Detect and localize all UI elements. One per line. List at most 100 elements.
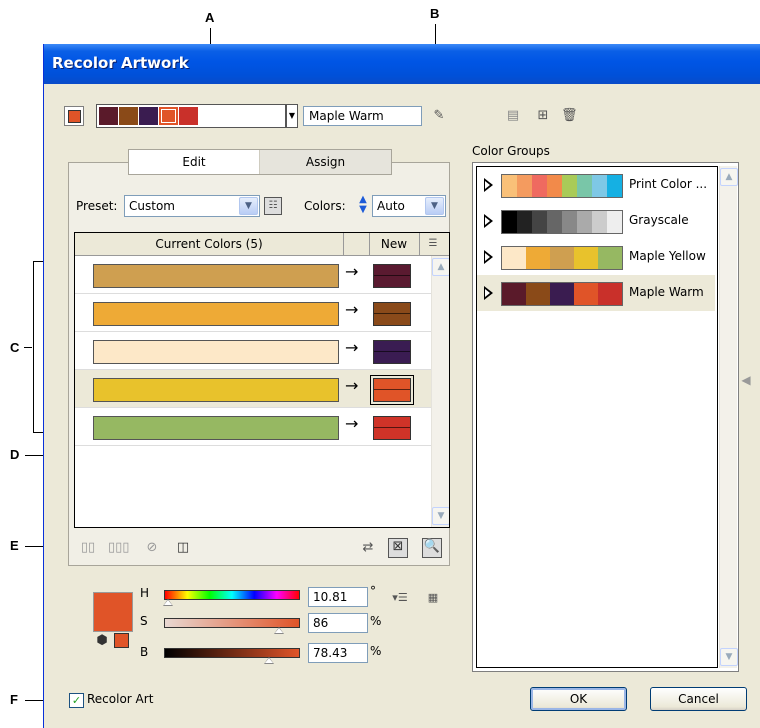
color-group-swatches[interactable] xyxy=(501,210,623,234)
new-row-icon[interactable]: ◫ xyxy=(172,540,194,556)
expand-triangle-icon[interactable] xyxy=(484,286,493,300)
color-group-swatch xyxy=(562,211,577,233)
colors-stepper-icon[interactable]: ▲ ▼ xyxy=(356,195,370,215)
colors-select[interactable]: Auto ▼ xyxy=(372,195,446,217)
color-row[interactable]: → xyxy=(75,370,447,408)
b-slider[interactable] xyxy=(164,648,300,658)
arrow-right-icon[interactable]: → xyxy=(345,414,358,433)
ok-button[interactable]: OK xyxy=(530,687,627,711)
current-color-bar[interactable] xyxy=(93,340,339,364)
group-name-field[interactable]: Maple Warm xyxy=(303,106,422,126)
h-slider[interactable] xyxy=(164,590,300,600)
expand-triangle-icon[interactable] xyxy=(484,214,493,228)
arrow-right-icon[interactable]: → xyxy=(345,300,358,319)
color-row[interactable]: → xyxy=(75,294,447,332)
current-color-bar[interactable] xyxy=(93,302,339,326)
merge-colors-icon[interactable]: ▯▯ xyxy=(78,540,98,556)
find-color-icon[interactable]: 🔍 xyxy=(422,538,442,558)
new-color-swatch[interactable] xyxy=(370,375,414,405)
save-changes-icon[interactable]: ▤ xyxy=(505,108,521,124)
color-group-swatches[interactable] xyxy=(501,246,623,270)
arrow-right-icon[interactable]: → xyxy=(345,338,358,357)
color-group-swatches[interactable] xyxy=(501,282,623,306)
separate-colors-icon[interactable]: ▯▯▯ xyxy=(108,540,129,556)
harmony-dropdown-button[interactable]: ▼ xyxy=(286,104,298,128)
recolor-artwork-dialog: Recolor Artwork ▼ Maple Warm ✎ ▤ ⊞ 🗑 Edi… xyxy=(43,44,760,728)
s-slider-thumb[interactable] xyxy=(274,627,285,634)
randomly-change-saturation-icon[interactable]: ⊠ xyxy=(388,538,408,558)
color-group-swatches[interactable] xyxy=(501,174,623,198)
h-value-field[interactable]: 10.81 xyxy=(308,587,368,607)
recolor-art-checkbox[interactable]: ✓ xyxy=(69,693,84,708)
scroll-up-icon[interactable]: ▲ xyxy=(432,258,449,276)
expand-triangle-icon[interactable] xyxy=(484,250,493,264)
color-group-row[interactable]: Maple Warm xyxy=(477,275,715,311)
cancel-button[interactable]: Cancel xyxy=(650,687,747,711)
new-color-group-icon[interactable]: ⊞ xyxy=(533,108,553,124)
collapse-panel-icon[interactable]: ◀ xyxy=(740,372,752,388)
current-color-bar[interactable] xyxy=(93,416,339,440)
b-value-field[interactable]: 78.43 xyxy=(308,643,368,663)
tab-assign[interactable]: Assign xyxy=(260,150,391,174)
out-of-gamut-swatch[interactable] xyxy=(114,633,129,648)
tab-edit[interactable]: Edit xyxy=(129,150,260,174)
color-table: Current Colors (5) New ☰ → → → → → ▲ ▼ xyxy=(74,232,450,528)
color-groups-scrollbar[interactable]: ▲ ▼ xyxy=(719,166,738,668)
expand-triangle-icon[interactable] xyxy=(484,178,493,192)
color-group-swatch xyxy=(562,175,577,197)
b-value: 78.43 xyxy=(313,646,348,660)
recolor-art-label[interactable]: Recolor Art xyxy=(87,692,153,706)
current-color-bar[interactable] xyxy=(93,378,339,402)
randomly-change-order-icon[interactable]: ⇄ xyxy=(358,540,378,556)
s-value-field[interactable]: 86 xyxy=(308,613,368,633)
color-group-swatch xyxy=(592,211,607,233)
harmony-swatch[interactable] xyxy=(179,107,198,125)
current-color-bar[interactable] xyxy=(93,264,339,288)
harmony-swatch[interactable] xyxy=(119,107,138,125)
new-color-swatch[interactable] xyxy=(373,416,411,440)
get-colors-icon[interactable]: ✎ xyxy=(431,108,447,124)
color-row[interactable]: → xyxy=(75,256,447,294)
b-unit: % xyxy=(370,644,382,658)
h-slider-thumb[interactable] xyxy=(163,599,174,606)
scroll-down-icon[interactable]: ▼ xyxy=(432,507,449,525)
preset-select[interactable]: Custom ▼ xyxy=(124,195,260,217)
color-group-row[interactable]: Print Color ... xyxy=(477,167,715,203)
new-color-swatch[interactable] xyxy=(373,340,411,364)
new-color-swatch[interactable] xyxy=(373,302,411,326)
current-color-preview[interactable] xyxy=(93,592,133,632)
active-color-swatch[interactable] xyxy=(64,106,84,126)
color-group-swatch xyxy=(577,175,592,197)
hsb-menu-icon[interactable]: ▾☰ xyxy=(390,590,410,606)
harmony-colors-bar[interactable] xyxy=(96,104,286,128)
header-new: New xyxy=(380,237,408,251)
callout-c-bracket xyxy=(33,261,34,433)
scroll-down-icon[interactable]: ▼ xyxy=(720,648,738,666)
color-group-row[interactable]: Maple Yellow xyxy=(477,239,715,275)
arrow-right-icon[interactable]: → xyxy=(345,262,358,281)
b-label: B xyxy=(140,645,149,659)
harmony-swatch[interactable] xyxy=(99,107,118,125)
callout-f: F xyxy=(10,692,18,707)
b-slider-thumb[interactable] xyxy=(263,657,274,664)
color-group-swatch xyxy=(550,247,574,269)
callout-c-tick xyxy=(24,347,32,348)
color-group-swatch xyxy=(532,175,547,197)
color-group-name: Print Color ... xyxy=(629,177,708,191)
harmony-swatch[interactable] xyxy=(139,107,158,125)
preset-options-icon[interactable]: ☷ xyxy=(264,197,282,215)
color-group-swatch xyxy=(526,283,550,305)
scroll-up-icon[interactable]: ▲ xyxy=(720,168,738,186)
table-menu-icon[interactable]: ☰ xyxy=(423,236,443,252)
color-group-row[interactable]: Grayscale xyxy=(477,203,715,239)
exclude-colors-icon[interactable]: ⊘ xyxy=(142,540,162,556)
arrow-right-icon[interactable]: → xyxy=(345,376,358,395)
new-color-swatch[interactable] xyxy=(373,264,411,288)
delete-color-group-icon[interactable]: 🗑 xyxy=(561,108,578,124)
color-row[interactable]: → xyxy=(75,408,447,446)
table-scrollbar[interactable]: ▲ ▼ xyxy=(431,256,449,527)
color-row[interactable]: → xyxy=(75,332,447,370)
harmony-swatch[interactable] xyxy=(159,107,178,125)
color-mode-icon[interactable]: ▦ xyxy=(422,590,444,606)
table-rows: → → → → → xyxy=(75,256,447,526)
